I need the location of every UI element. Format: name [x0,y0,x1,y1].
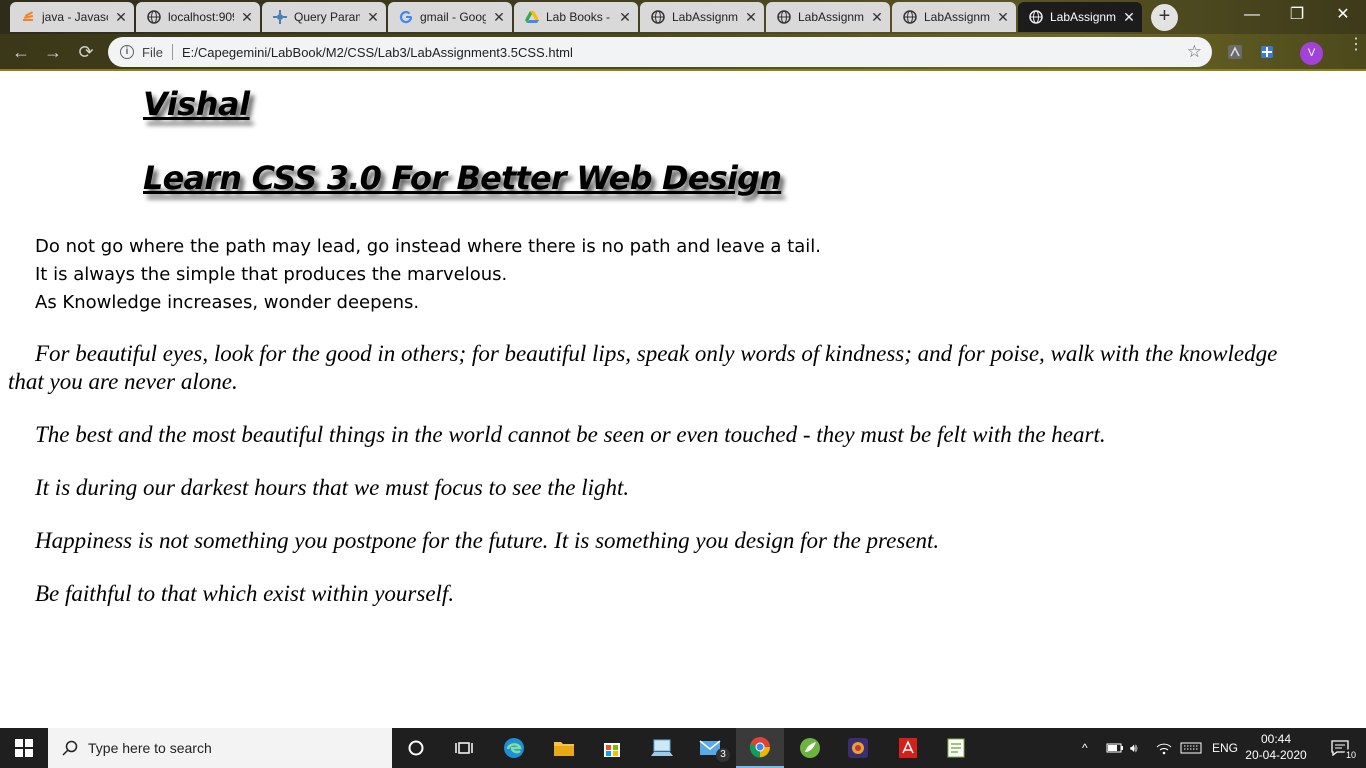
windows-taskbar: Type here to search 3 ^ 🔊︎ ENG 00:44 20-… [0,728,1366,768]
wifi-icon[interactable] [1156,728,1172,768]
tab-localhost[interactable]: localhost:9090 ✕ [136,2,260,32]
start-button[interactable] [0,728,48,768]
italic-quote: The best and the most beautiful things i… [35,422,1106,447]
cortana-icon[interactable] [392,728,440,768]
drive-icon [524,9,540,25]
minimize-button[interactable]: — [1229,0,1275,30]
globe-icon [776,9,792,25]
address-url[interactable]: E:/Capegemini/LabBook/M2/CSS/Lab3/LabAss… [182,45,573,60]
reload-icon[interactable]: ⟳ [75,41,97,63]
page-heading-name: Vishal [143,85,250,123]
close-window-button[interactable]: ✕ [1320,0,1366,30]
battery-icon[interactable] [1106,728,1124,768]
edge-icon[interactable] [490,728,538,768]
browser-tab-strip: java - Javascript ✕ localhost:9090 ✕ Que… [0,0,1366,34]
volume-icon[interactable]: 🔊︎ [1130,728,1138,768]
tab-title: LabAssignment [1050,10,1116,24]
close-tab-icon[interactable]: ✕ [1122,10,1136,24]
show-hidden-icons-chevron-icon[interactable]: ^ [1082,728,1088,768]
close-tab-icon[interactable]: ✕ [618,10,632,24]
globe-icon [146,9,162,25]
tab-lab-books[interactable]: Lab Books - Google Drive ✕ [514,2,638,32]
laptop-app-icon[interactable] [638,728,686,768]
file-explorer-icon[interactable] [540,728,588,768]
tab-title: gmail - Google [420,10,486,24]
globe-icon [1028,9,1044,25]
tab-title: LabAssignment [798,10,864,24]
globe-icon [650,9,666,25]
tab-title: localhost:9090 [168,10,234,24]
web-page-content: Vishal Learn CSS 3.0 For Better Web Desi… [0,73,1366,728]
address-divider [171,44,173,60]
italic-quote: Be faithful to that which exist within y… [35,581,455,606]
address-bar[interactable]: i File E:/Capegemini/LabBook/M2/CSS/Lab3… [108,37,1212,67]
clock-date: 20-04-2020 [1245,748,1307,762]
acrobat-icon[interactable] [884,728,932,768]
italic-quote: It is during our darkest hours that we m… [35,475,630,500]
italic-quote: Happiness is not something you postpone … [35,528,940,553]
restore-button[interactable]: ❐ [1274,0,1320,30]
address-scheme: File [142,44,163,60]
new-tab-button[interactable]: + [1151,4,1178,31]
info-icon[interactable]: i [120,45,134,59]
browser-toolbar: ← → ⟳ i File E:/Capegemini/LabBook/M2/CS… [0,34,1366,71]
chrome-icon[interactable] [736,728,784,768]
italic-quote: For beautiful eyes, look for the good in… [8,341,1278,394]
store-icon[interactable] [588,728,636,768]
plain-quote-line: Do not go where the path may lead, go in… [35,236,821,257]
tab-title: LabAssignment [924,10,990,24]
stackoverflow-icon [20,9,36,25]
tab-title: Lab Books - Google Drive [546,10,612,24]
tab-java-javascript[interactable]: java - Javascript ✕ [10,2,134,32]
google-icon [398,9,414,25]
plain-quote-block: Do not go where the path may lead, go in… [35,233,821,317]
taskbar-search-box[interactable]: Type here to search [48,728,392,768]
tab-labassignment-active[interactable]: LabAssignment ✕ [1018,2,1142,32]
pdf-extension-icon[interactable] [1226,43,1244,61]
page-heading-title: Learn CSS 3.0 For Better Web Design [143,159,782,197]
windows-logo-icon [15,739,33,757]
notification-count: 10 [1344,749,1358,762]
game-app-icon[interactable] [834,728,882,768]
input-language[interactable]: ENG [1212,728,1238,768]
action-center-button[interactable]: 10 [1318,728,1362,768]
plain-quote-line: As Knowledge increases, wonder deepens. [35,292,420,313]
close-tab-icon[interactable]: ✕ [492,10,506,24]
tab-title: Query Parameters [294,10,360,24]
globe-icon [902,9,918,25]
tab-gmail-google[interactable]: gmail - Google ✕ [388,2,512,32]
clock-time: 00:44 [1260,732,1292,746]
keyboard-icon[interactable] [1180,728,1202,768]
bookmark-star-icon[interactable]: ☆ [1187,42,1202,62]
tab-labassignment-2[interactable]: LabAssignment ✕ [766,2,890,32]
swagger-icon [272,9,288,25]
extension-puzzle-icon[interactable] [1258,43,1276,61]
tab-labassignment-1[interactable]: LabAssignment ✕ [640,2,764,32]
close-tab-icon[interactable]: ✕ [366,10,380,24]
tab-labassignment-3[interactable]: LabAssignment ✕ [892,2,1016,32]
task-view-icon[interactable] [440,728,488,768]
taskbar-clock[interactable]: 00:44 20-04-2020 [1244,731,1308,763]
mail-badge: 3 [716,748,730,762]
mail-icon[interactable]: 3 [686,728,734,768]
search-placeholder: Type here to search [88,740,212,756]
close-tab-icon[interactable]: ✕ [870,10,884,24]
close-tab-icon[interactable]: ✕ [114,10,128,24]
more-menu-icon[interactable]: ⋮ [1348,37,1364,62]
tab-title: LabAssignment [672,10,738,24]
spring-tool-icon[interactable] [786,728,834,768]
close-tab-icon[interactable]: ✕ [240,10,254,24]
tab-title: java - Javascript [42,10,108,24]
close-tab-icon[interactable]: ✕ [996,10,1010,24]
back-arrow-icon[interactable]: ← [10,41,32,63]
forward-arrow-icon[interactable]: → [42,41,64,63]
search-icon [62,740,78,756]
tab-query-parameters[interactable]: Query Parameters ✕ [262,2,386,32]
close-tab-icon[interactable]: ✕ [744,10,758,24]
notepad-plus-icon[interactable] [932,728,980,768]
plain-quote-line: It is always the simple that produces th… [35,264,508,285]
profile-avatar[interactable]: V [1300,42,1323,65]
